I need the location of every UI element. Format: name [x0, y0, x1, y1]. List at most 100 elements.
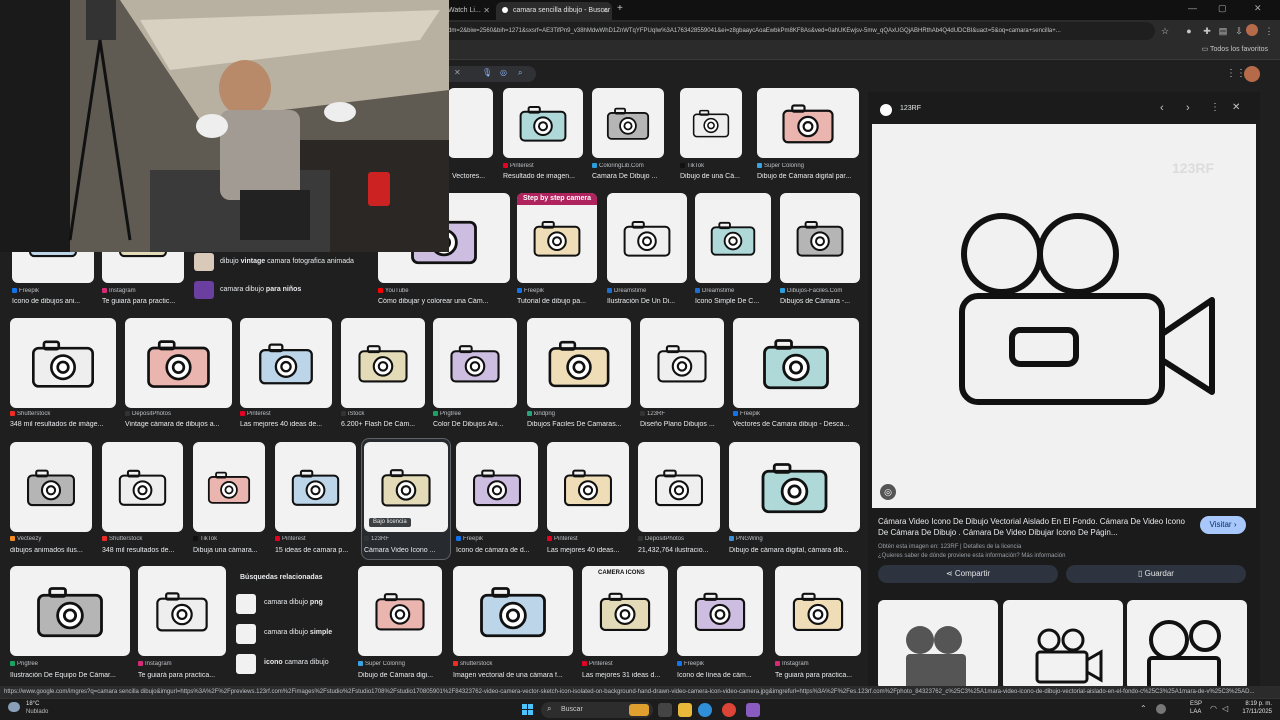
image-result-thumb[interactable] [547, 442, 629, 532]
result-source[interactable]: Instagram [775, 661, 861, 667]
result-caption[interactable]: Vintage cámara de dibujos a... [125, 421, 232, 428]
search-box[interactable]: ✕ 🎙 ◎ ⌕ [448, 66, 536, 82]
similar-image[interactable] [1127, 600, 1247, 690]
image-result-thumb[interactable] [592, 88, 664, 158]
more-menu-icon[interactable]: ⋮ [1262, 24, 1276, 38]
image-result-thumb[interactable] [517, 193, 597, 283]
tab-watch-live[interactable]: Watch Li... ✕ [442, 2, 494, 20]
result-source[interactable]: 123RF [364, 536, 448, 542]
result-source[interactable]: ColoringLib.Com [592, 163, 664, 169]
result-source[interactable]: 123RF [640, 411, 724, 417]
panel-source[interactable]: 123RF [900, 105, 921, 112]
search-icon[interactable]: ⌕ [518, 68, 522, 78]
result-caption[interactable]: Color De Dibujos Ani... [433, 421, 517, 428]
puzzle-icon[interactable]: ✚ [1200, 24, 1214, 38]
prev-icon[interactable]: ‹ [1160, 102, 1164, 114]
image-result-thumb[interactable] [433, 318, 517, 408]
similar-image[interactable] [1003, 600, 1123, 690]
similar-image[interactable] [878, 600, 998, 690]
image-result-thumb[interactable] [448, 88, 493, 158]
result-caption[interactable]: Ilustración De Equipo De Cámar... [10, 672, 130, 679]
result-caption[interactable]: Las mejores 31 ideas d... [582, 672, 668, 679]
result-source[interactable]: Vecteezy [10, 536, 92, 542]
tab-google-search[interactable]: camara sencilla dibujo - Buscar ✕ [496, 2, 612, 20]
result-caption[interactable]: Dibujo de Cámara digital par... [757, 173, 859, 180]
image-result-thumb[interactable] [729, 442, 860, 532]
result-source[interactable]: Dreamstime [695, 288, 771, 294]
profile-avatar[interactable] [1246, 24, 1258, 36]
result-source[interactable]: Super Coloring [358, 661, 442, 667]
close-panel-icon[interactable]: ✕ [1232, 102, 1240, 113]
image-result-thumb[interactable] [775, 566, 861, 656]
result-source[interactable]: Pinterest [582, 661, 668, 667]
result-source[interactable]: Super Coloring [757, 163, 859, 169]
result-caption[interactable]: 6.200+ Flash De Cám... [341, 421, 425, 428]
taskbar-search[interactable]: ⌕ Buscar [541, 702, 653, 718]
image-result-thumb[interactable] [102, 442, 183, 532]
visit-button[interactable]: Visitar › [1200, 516, 1246, 534]
result-caption[interactable]: Te guiará para practica... [775, 672, 861, 679]
result-caption[interactable]: Diseño Plano Dibujos ... [640, 421, 724, 428]
result-source[interactable]: Pinterest [503, 163, 583, 169]
image-result-thumb[interactable] [341, 318, 425, 408]
result-caption[interactable]: Icono de cámara de d... [456, 547, 538, 554]
result-source[interactable]: kindpng [527, 411, 631, 417]
wifi-icon[interactable]: ◠ [1210, 704, 1217, 713]
result-source[interactable]: Pngtree [433, 411, 517, 417]
result-caption[interactable]: Dibujos de Cámara -... [780, 298, 860, 305]
close-icon[interactable]: ✕ [483, 2, 490, 20]
image-result-thumb[interactable] [456, 442, 538, 532]
image-result-thumb[interactable] [638, 442, 720, 532]
result-source[interactable]: Pinterest [547, 536, 629, 542]
downloads-icon[interactable]: ⇩ [1232, 24, 1246, 38]
weather-desc[interactable]: Nublado [26, 709, 48, 715]
result-source[interactable]: Shutterstock [10, 411, 116, 417]
image-result-thumb[interactable] [607, 193, 687, 283]
result-caption[interactable]: Camara De Dibujo ... [592, 173, 664, 180]
result-caption[interactable]: dibujos animados ilus... [10, 547, 92, 554]
lens-icon[interactable]: ◎ [500, 68, 507, 77]
image-result-thumb[interactable] [680, 88, 742, 158]
app-icon[interactable] [746, 703, 760, 717]
image-result-thumb[interactable] [780, 193, 860, 283]
all-bookmarks-button[interactable]: ▭ Todos los favoritos [1202, 45, 1268, 53]
result-caption[interactable]: Resultado de imagen... [503, 173, 583, 180]
clear-icon[interactable]: ✕ [454, 68, 461, 77]
apps-grid-icon[interactable]: ⋮⋮ [1226, 68, 1246, 79]
new-tab-icon[interactable]: + [617, 3, 623, 14]
image-result-thumb[interactable] [138, 566, 226, 656]
related-item[interactable]: icono camara dibujo [234, 652, 348, 676]
close-window-icon[interactable]: ✕ [1254, 3, 1262, 14]
result-source[interactable]: TikTok [193, 536, 265, 542]
edge-icon[interactable] [698, 703, 712, 717]
lens-search-icon[interactable]: ◎ [880, 484, 896, 500]
result-source[interactable]: Pngtree [10, 661, 130, 667]
image-result-thumb[interactable] [677, 566, 763, 656]
result-caption[interactable]: 348 mil resultados de imáge... [10, 421, 116, 428]
result-source[interactable]: Dreamstime [607, 288, 687, 294]
result-source[interactable]: DepositPhotos [638, 536, 720, 542]
suggestion-item[interactable]: dibujo vintage camara fotografica animad… [192, 252, 368, 272]
result-caption[interactable]: 348 mil resultados de... [102, 547, 183, 554]
preview-image[interactable]: ◎ 123RF [872, 124, 1256, 508]
result-source[interactable]: Instagram [102, 288, 184, 294]
tray-app-icon[interactable] [1156, 704, 1166, 714]
result-caption[interactable]: Cámara Video Icono ... [364, 547, 448, 554]
clock-time[interactable]: 8:19 p. m. [1240, 701, 1272, 707]
close-icon[interactable]: ✕ [601, 2, 608, 20]
image-result-thumb[interactable] [240, 318, 332, 408]
image-result-thumb[interactable] [503, 88, 583, 158]
result-caption[interactable]: Dibuja una cámara... [193, 547, 265, 554]
result-source[interactable]: Freepik [733, 411, 859, 417]
result-caption[interactable]: Imagen vectorial de una cámara f... [453, 672, 573, 679]
result-caption[interactable]: Icono Simple De C... [695, 298, 771, 305]
weather-temp[interactable]: 18°C [26, 701, 39, 707]
result-source[interactable]: shutterstock [453, 661, 573, 667]
result-source[interactable]: iStock [341, 411, 425, 417]
result-source[interactable]: Freepik [12, 288, 94, 294]
windows-start-icon[interactable] [522, 704, 534, 716]
lang-top[interactable]: ESP [1190, 701, 1202, 707]
file-explorer-icon[interactable] [678, 703, 692, 717]
task-view-icon[interactable] [658, 703, 672, 717]
image-result-thumb[interactable] [10, 442, 92, 532]
